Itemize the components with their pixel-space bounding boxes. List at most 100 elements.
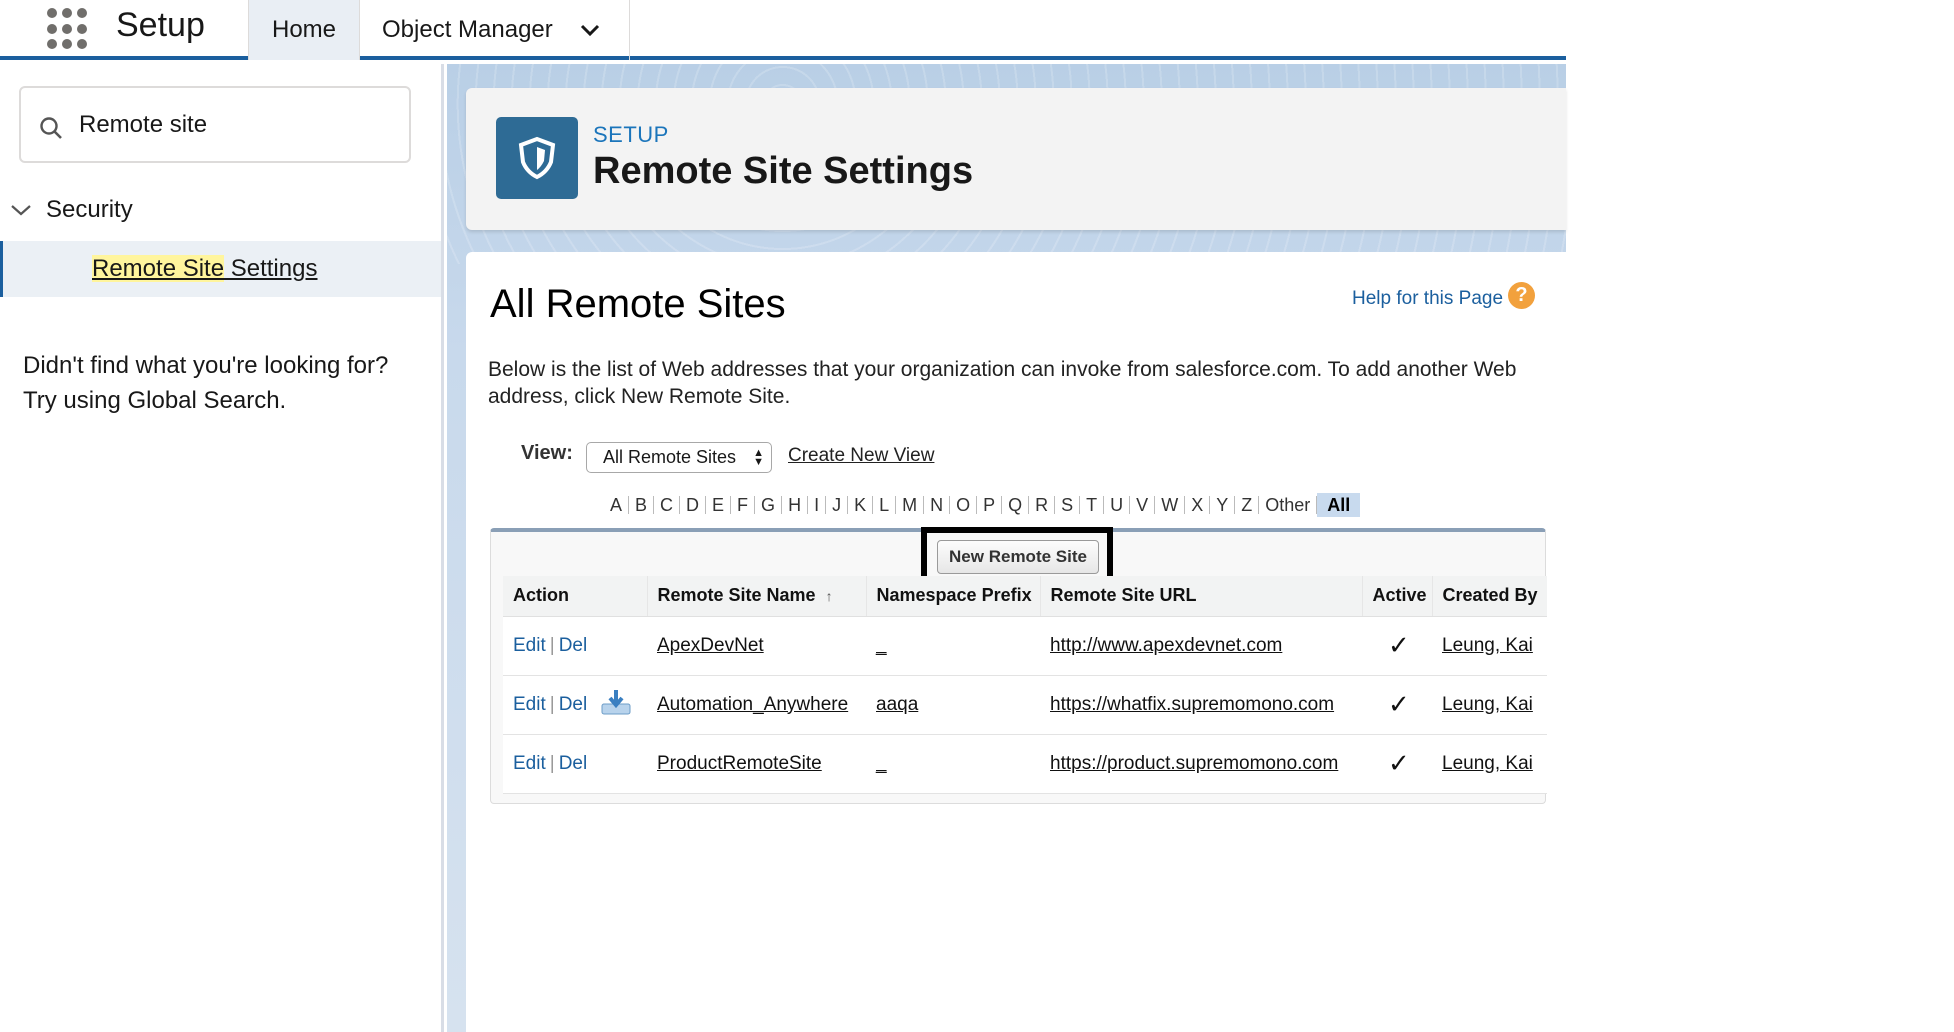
chevron-down-icon[interactable]: [579, 19, 601, 41]
view-select[interactable]: All Remote Sites ▲ ▼: [586, 442, 772, 473]
col-created-by[interactable]: Created By: [1432, 576, 1547, 617]
table-row: Edit | Del Automation_Anywhere aaqa https://w…: [503, 675, 1547, 735]
alpha-filter-q[interactable]: Q: [1002, 493, 1028, 517]
alpha-filter-g[interactable]: G: [755, 493, 781, 517]
view-label: View:: [521, 442, 573, 464]
list-heading: All Remote Sites: [490, 282, 786, 326]
shield-icon: [496, 117, 578, 199]
search-match-highlight: Remote Site: [92, 255, 225, 282]
quick-find-search: [19, 86, 411, 163]
alpha-filter-y[interactable]: Y: [1210, 493, 1234, 517]
action-separator: |: [549, 752, 555, 774]
alpha-filter-e[interactable]: E: [706, 493, 730, 517]
not-found-line-1: Didn't find what you're looking for?: [23, 352, 389, 379]
created-by-link[interactable]: Leung, Kai: [1442, 694, 1533, 715]
table-row: Edit | Del ProductRemoteSite _ https://produc…: [503, 734, 1547, 794]
remote-site-url-link[interactable]: https://product.supremomono.com: [1050, 753, 1338, 774]
alpha-filter-n[interactable]: N: [924, 493, 949, 517]
alpha-filter-all[interactable]: All: [1317, 493, 1361, 517]
alpha-filter-m[interactable]: M: [896, 493, 923, 517]
quick-find-input[interactable]: [79, 106, 399, 144]
col-remote-site-name[interactable]: Remote Site Name ↑: [647, 576, 867, 617]
remote-site-name-link[interactable]: Automation_Anywhere: [657, 694, 848, 715]
help-link[interactable]: Help for this Page: [1352, 288, 1503, 310]
alpha-filter-h[interactable]: H: [782, 493, 807, 517]
table-row: Edit | Del ApexDevNet _ http://www.apexdevnet…: [503, 616, 1547, 676]
remote-site-name-link[interactable]: ProductRemoteSite: [657, 753, 822, 774]
namespace-prefix: _: [876, 634, 887, 656]
active-checkmark-icon: ✓: [1388, 630, 1410, 660]
edit-link[interactable]: Edit: [513, 635, 546, 656]
installed-package-icon: [601, 688, 631, 722]
sort-ascending-icon: ↑: [825, 588, 833, 605]
action-separator: |: [549, 634, 555, 656]
col-remote-site-url[interactable]: Remote Site URL: [1040, 576, 1363, 617]
edit-link[interactable]: Edit: [513, 694, 546, 715]
select-arrows-icon: ▲ ▼: [753, 447, 764, 468]
setup-sidebar: Security Remote Site Settings Didn't fin…: [0, 64, 444, 1032]
alpha-filter-u[interactable]: U: [1104, 493, 1129, 517]
alpha-filter-s[interactable]: S: [1055, 493, 1079, 517]
alpha-filter-t[interactable]: T: [1080, 493, 1103, 517]
alpha-filter-b[interactable]: B: [629, 493, 653, 517]
tree-item-remote-site-settings[interactable]: Remote Site Settings: [0, 241, 441, 297]
created-by-link[interactable]: Leung, Kai: [1442, 635, 1533, 656]
alpha-filter-k[interactable]: K: [848, 493, 872, 517]
delete-link[interactable]: Del: [559, 753, 588, 774]
help-icon[interactable]: ?: [1508, 282, 1535, 309]
remote-sites-list: New Remote Site Action Remote Site Name ↑…: [490, 527, 1547, 804]
content-panel: All Remote Sites Help for this Page ? Be…: [466, 252, 1566, 1032]
tab-object-manager-label: Object Manager: [382, 16, 553, 43]
tree-node-security[interactable]: Security: [10, 196, 133, 224]
alpha-filter-other[interactable]: Other: [1259, 493, 1316, 517]
alpha-filter-c[interactable]: C: [654, 493, 679, 517]
alpha-filter-v[interactable]: V: [1130, 493, 1154, 517]
table-header-row: Action Remote Site Name ↑ Namespace Prefi…: [503, 576, 1547, 617]
tree-node-security-label: Security: [46, 196, 133, 223]
delete-link[interactable]: Del: [559, 635, 588, 656]
remote-site-url-link[interactable]: https://whatfix.supremomono.com: [1050, 694, 1334, 715]
app-title: Setup: [116, 6, 205, 44]
alpha-filter-a[interactable]: A: [604, 493, 628, 517]
alpha-filter-j[interactable]: J: [826, 493, 847, 517]
chevron-down-icon: [11, 205, 31, 216]
remote-sites-table: Action Remote Site Name ↑ Namespace Prefi…: [503, 576, 1547, 794]
global-header: Setup Home Object Manager: [0, 0, 1566, 60]
alpha-filter-o[interactable]: O: [950, 493, 976, 517]
action-separator: |: [549, 693, 555, 715]
tab-home[interactable]: Home: [248, 0, 360, 60]
active-checkmark-icon: ✓: [1388, 689, 1410, 719]
created-by-link[interactable]: Leung, Kai: [1442, 753, 1533, 774]
page-header-kicker: SETUP: [593, 122, 669, 147]
page-header: SETUP Remote Site Settings: [466, 88, 1566, 230]
alphabet-filter: A B C D E F G H I J K L M N O P Q R S T U V W X Y Z Other All: [604, 492, 1361, 518]
row-actions: Edit | Del: [503, 734, 647, 794]
search-icon: [40, 117, 62, 139]
alpha-filter-i[interactable]: I: [808, 493, 825, 517]
delete-link[interactable]: Del: [559, 694, 588, 715]
col-active[interactable]: Active: [1362, 576, 1433, 617]
alpha-filter-x[interactable]: X: [1185, 493, 1209, 517]
app-launcher-icon[interactable]: [47, 8, 89, 50]
col-namespace-prefix[interactable]: Namespace Prefix: [866, 576, 1041, 617]
namespace-prefix: aaqa: [876, 693, 919, 715]
not-found-line-2: Try using Global Search.: [23, 387, 287, 414]
edit-link[interactable]: Edit: [513, 753, 546, 774]
create-new-view-link[interactable]: Create New View: [788, 445, 934, 467]
col-action: Action: [503, 576, 648, 617]
tab-object-manager[interactable]: Object Manager: [360, 0, 630, 60]
remote-site-url-link[interactable]: http://www.apexdevnet.com: [1050, 635, 1282, 656]
alpha-filter-f[interactable]: F: [731, 493, 754, 517]
alpha-filter-p[interactable]: P: [977, 493, 1001, 517]
row-actions: Edit | Del: [503, 616, 647, 676]
not-found-message: Didn't find what you're looking for? Try…: [23, 348, 423, 418]
alpha-filter-w[interactable]: W: [1155, 493, 1184, 517]
row-actions: Edit | Del: [503, 675, 647, 735]
remote-site-name-link[interactable]: ApexDevNet: [657, 635, 764, 656]
alpha-filter-r[interactable]: R: [1029, 493, 1054, 517]
view-select-value: All Remote Sites: [603, 447, 737, 467]
col-remote-site-name-label: Remote Site Name: [657, 585, 816, 606]
alpha-filter-d[interactable]: D: [680, 493, 705, 517]
alpha-filter-z[interactable]: Z: [1235, 493, 1258, 517]
alpha-filter-l[interactable]: L: [873, 493, 895, 517]
